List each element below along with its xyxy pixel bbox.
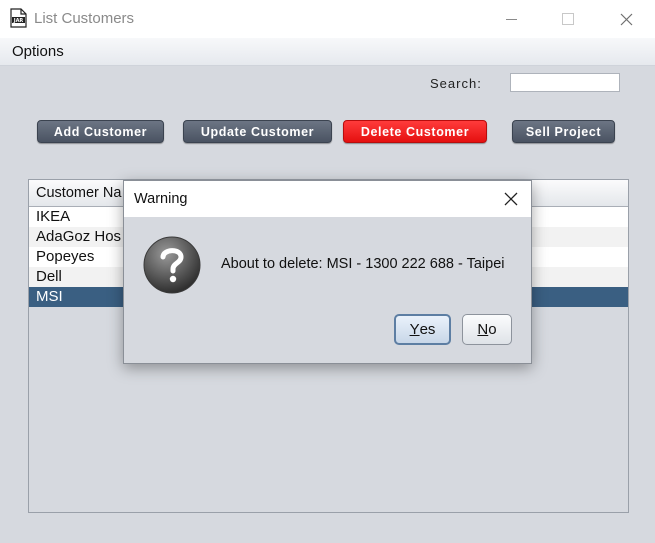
no-mnemonic: N [477, 321, 489, 338]
dialog-title: Warning [134, 191, 188, 207]
delete-customer-button[interactable]: Delete Customer [343, 120, 487, 143]
dialog-message: About to delete: MSI - 1300 222 688 - Ta… [221, 256, 505, 272]
close-icon [620, 13, 632, 25]
svg-text:JAR: JAR [13, 18, 24, 24]
column-header-customer-name[interactable]: Customer Na [36, 185, 121, 201]
row-label: MSI [36, 288, 63, 305]
close-button[interactable] [600, 0, 652, 38]
yes-label-rest: es [419, 321, 436, 338]
row-label: Popeyes [36, 248, 95, 265]
maximize-icon [562, 13, 574, 25]
row-label: AdaGoz Hos [36, 228, 122, 245]
window-titlebar: JAR List Customers [0, 0, 655, 38]
search-label: Search: [430, 76, 482, 91]
minimize-button[interactable] [485, 0, 537, 38]
menu-options[interactable]: Options [12, 43, 64, 60]
row-label: Dell [36, 268, 62, 285]
add-customer-button[interactable]: Add Customer [37, 120, 164, 143]
no-label-rest: o [488, 321, 497, 338]
minimize-icon [505, 18, 517, 20]
dialog-close-icon[interactable] [501, 189, 521, 209]
no-button[interactable]: No [462, 314, 512, 345]
maximize-button[interactable] [542, 0, 594, 38]
yes-mnemonic: Y [409, 321, 420, 338]
search-input[interactable] [510, 73, 620, 92]
question-icon [143, 236, 201, 294]
jar-file-icon: JAR [10, 8, 27, 28]
row-label: IKEA [36, 208, 71, 225]
update-customer-button[interactable]: Update Customer [183, 120, 332, 143]
sell-project-button[interactable]: Sell Project [512, 120, 615, 143]
warning-dialog: Warning About to delete: MSI - 1300 222 … [123, 180, 532, 364]
menu-bar: Options [0, 38, 655, 66]
yes-button[interactable]: Yes [394, 314, 451, 345]
window-title: List Customers [34, 10, 135, 27]
dialog-titlebar: Warning [124, 181, 531, 217]
